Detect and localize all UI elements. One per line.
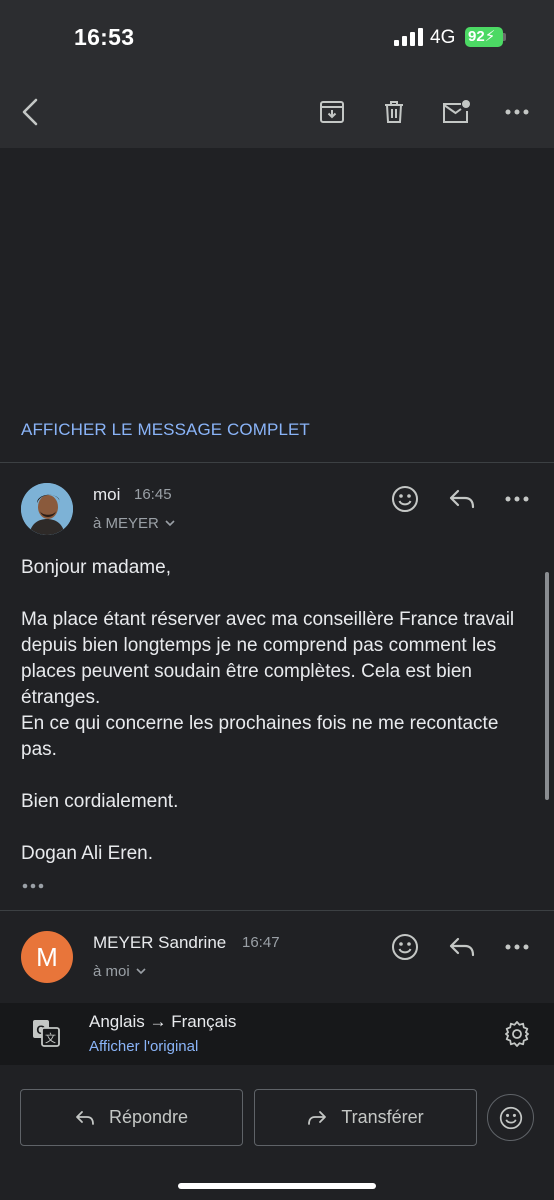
- show-original-link[interactable]: Afficher l'original: [89, 1038, 198, 1055]
- scrollbar[interactable]: [545, 572, 549, 800]
- charging-icon: ⚡: [484, 28, 496, 45]
- mark-unread-button[interactable]: [438, 93, 474, 131]
- chevron-down-icon: [136, 968, 146, 975]
- battery-cap: [503, 33, 506, 41]
- emoji-icon: [392, 934, 418, 960]
- recipient-label: à MEYER: [93, 515, 159, 532]
- cellular-signal-icon: [394, 28, 423, 46]
- message-more-button[interactable]: [501, 484, 533, 514]
- reply-button[interactable]: Répondre: [20, 1089, 243, 1146]
- battery-indicator: 92⚡: [465, 27, 503, 47]
- message-body: Bonjour madame, Ma place étant réserver …: [21, 555, 536, 867]
- more-options-button[interactable]: [499, 93, 535, 131]
- translation-bar: [0, 1003, 554, 1065]
- recipient-toggle[interactable]: à MEYER: [93, 515, 175, 532]
- message-time: 16:47: [242, 934, 280, 951]
- emoji-icon: [392, 486, 418, 512]
- reply-icon: [449, 937, 475, 957]
- mark-unread-icon: [443, 100, 470, 123]
- message-time: 16:45: [134, 486, 172, 503]
- reply-icon-button[interactable]: [446, 484, 478, 514]
- battery-level: 92: [468, 28, 485, 45]
- show-full-message-link[interactable]: AFFICHER LE MESSAGE COMPLET: [21, 420, 310, 440]
- divider: [0, 910, 554, 911]
- profile-photo-icon: [21, 483, 73, 535]
- body-paragraph: Bien cordialement.: [21, 791, 179, 812]
- more-horizontal-icon: [505, 496, 529, 502]
- body-paragraph: Bonjour madame,: [21, 557, 171, 578]
- sender-name: moi: [93, 485, 121, 504]
- body-paragraph: En ce qui concerne les prochaines fois n…: [21, 713, 499, 760]
- status-time: 16:53: [74, 24, 135, 50]
- reply-icon: [76, 1110, 94, 1125]
- translation-settings-button[interactable]: [503, 1020, 531, 1048]
- more-horizontal-icon: [505, 109, 529, 115]
- react-emoji-button[interactable]: [389, 931, 421, 963]
- avatar[interactable]: M: [21, 931, 73, 983]
- react-emoji-button[interactable]: [389, 483, 421, 515]
- reply-label: Répondre: [108, 1107, 189, 1127]
- translate-icon: G 文: [33, 1020, 60, 1047]
- message-more-button[interactable]: [501, 932, 533, 962]
- body-paragraph: Ma place étant réserver avec ma conseill…: [21, 609, 515, 708]
- translation-languages: Anglais → Français: [89, 1012, 237, 1031]
- reply-icon: [449, 489, 475, 509]
- svg-text:文: 文: [45, 1031, 56, 1045]
- network-type: 4G: [430, 27, 456, 48]
- more-horizontal-icon: [22, 883, 44, 889]
- message-content-area: [0, 148, 554, 410]
- gear-icon: [505, 1021, 529, 1047]
- delete-icon: [385, 101, 403, 123]
- show-trimmed-content-button[interactable]: [22, 876, 44, 894]
- recipient-label: à moi: [93, 963, 130, 980]
- divider: [0, 462, 554, 463]
- sender-name: MEYER Sandrine: [93, 933, 227, 952]
- emoji-reaction-button[interactable]: [487, 1094, 534, 1141]
- more-horizontal-icon: [505, 944, 529, 950]
- reply-icon-button[interactable]: [446, 932, 478, 962]
- body-paragraph: Dogan Ali Eren.: [21, 843, 154, 864]
- delete-button[interactable]: [376, 93, 412, 131]
- arrow-back-icon: [22, 98, 38, 126]
- forward-icon: [308, 1110, 327, 1125]
- chevron-down-icon: [165, 520, 175, 527]
- avatar[interactable]: [21, 483, 73, 535]
- forward-label: Transférer: [341, 1107, 424, 1127]
- emoji-icon: [499, 1106, 522, 1129]
- archive-icon: [320, 101, 344, 123]
- home-indicator[interactable]: [178, 1183, 376, 1189]
- back-button[interactable]: [12, 92, 48, 132]
- recipient-toggle[interactable]: à moi: [93, 963, 146, 980]
- forward-button[interactable]: Transférer: [254, 1089, 477, 1146]
- archive-button[interactable]: [314, 93, 350, 131]
